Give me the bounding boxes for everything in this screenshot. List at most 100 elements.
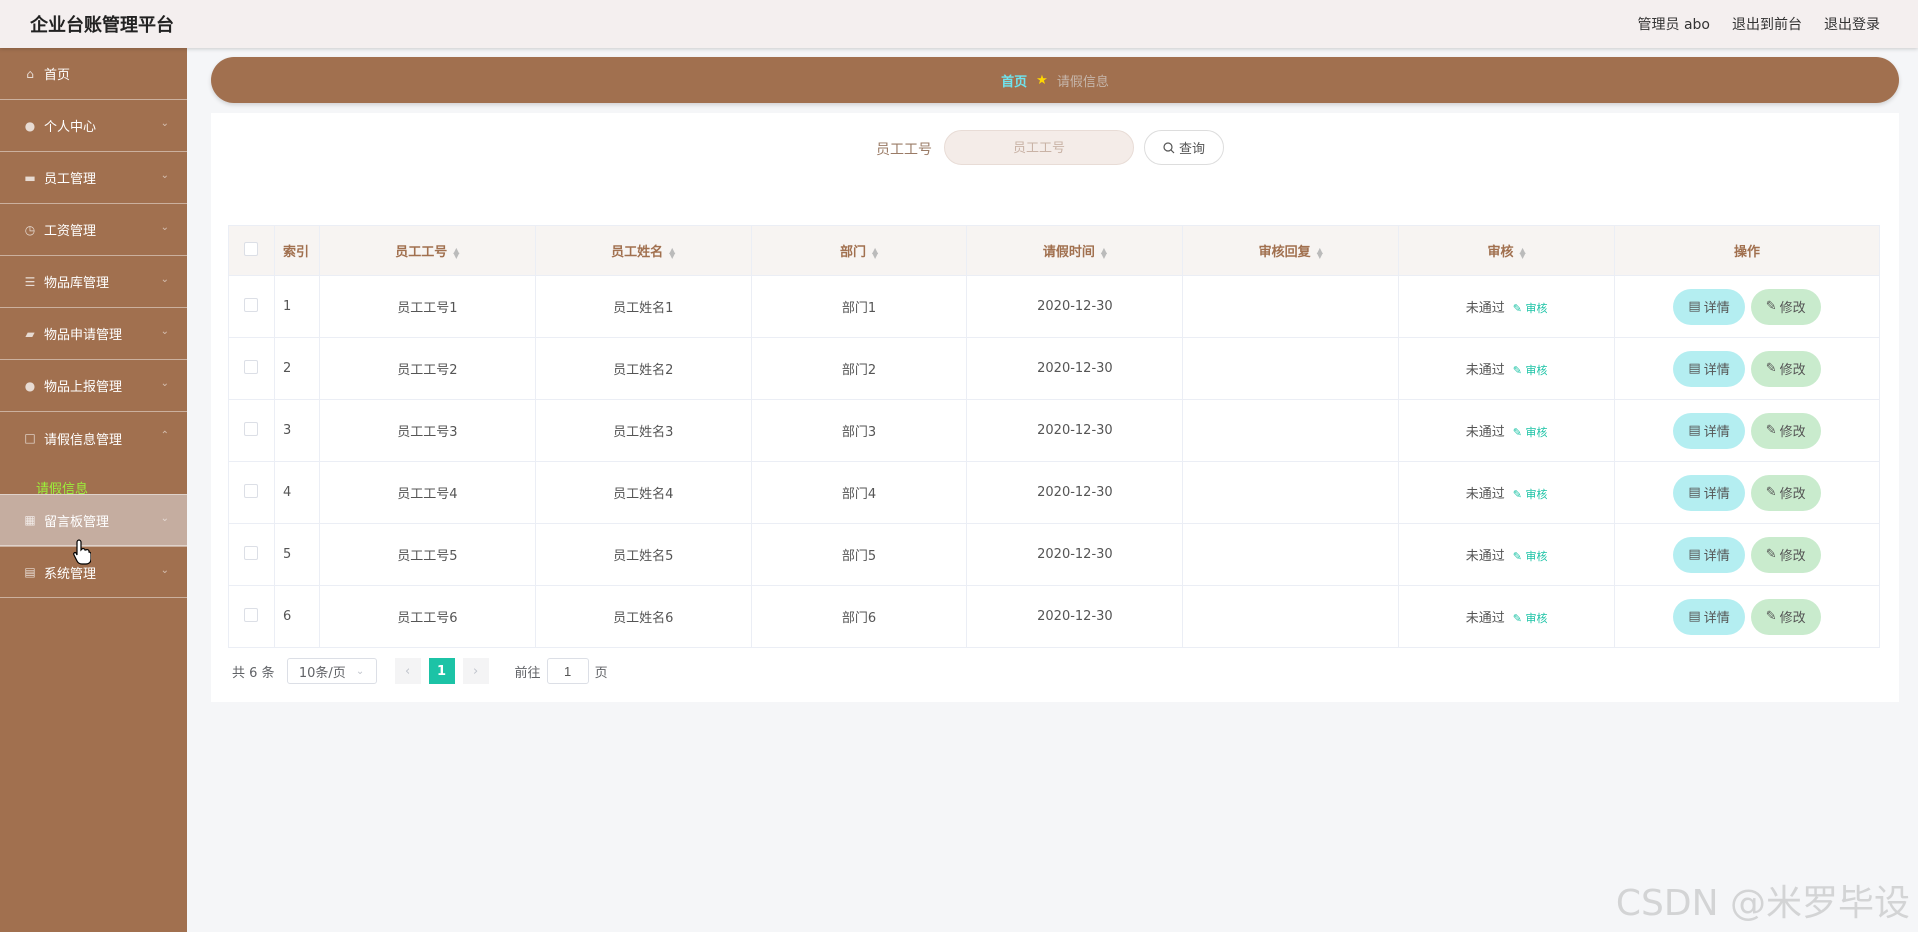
edit-icon: ✎ [1512,364,1526,377]
goto-page-input[interactable] [546,658,589,684]
sidebar-subitem-leave-info[interactable]: 请假信息 [0,464,187,497]
sort-icon[interactable]: ▲ ▼ [1317,246,1323,259]
edit-icon: ✎ [1765,361,1777,376]
breadcrumb-current: 请假信息 [1056,74,1109,90]
audit-link[interactable]: ✎ 审核 [1513,426,1548,439]
audit-link[interactable]: ✎ 审核 [1513,612,1548,625]
edit-icon: ✎ [1765,609,1777,624]
detail-button-label: 详情 [1703,611,1730,626]
chevron-down-icon: ⌄ [160,326,169,337]
edit-button[interactable]: ✎ 修改 [1750,474,1821,511]
chevron-down-icon: ⌄ [160,170,169,181]
goto-suffix: 页 [594,665,608,681]
goto-prefix: 前往 [514,665,541,681]
sort-icon[interactable]: ▲ ▼ [669,246,675,259]
cell-actions: ▤ 详情 ✎ 修改 [1614,275,1880,338]
column-header-emp-name[interactable]: 员工姓名 ▲ ▼ [534,225,752,276]
sidebar-item-item-report[interactable]: ● 物品上报管理 ⌄ [0,360,187,412]
table-header-row: 索引 员工工号 ▲ ▼ 员工姓名 ▲ ▼ 部门 ▲ ▼ 请假时间 ▲ ▼ 审核回复 ▲ ▼ 审核 ▲ ▼… [228,225,1880,276]
sidebar-item-personal-center[interactable]: ● 个人中心 ⌄ [0,100,187,152]
edit-button[interactable]: ✎ 修改 [1750,536,1821,573]
row-checkbox[interactable] [244,421,259,436]
prev-page-button[interactable]: ‹ [394,658,421,684]
row-checkbox[interactable] [244,607,259,622]
chevron-left-icon: ‹ [404,663,411,679]
sidebar-item-label: 物品申请管理 [44,328,123,343]
column-header-label: 员工工号 [395,245,448,260]
cell-audit: 未通过 ✎ 审核 [1398,275,1616,338]
column-header-label: 审核回复 [1258,245,1311,260]
sidebar-item-label: 物品上报管理 [44,380,123,395]
audit-link[interactable]: ✎ 审核 [1513,550,1548,563]
detail-button[interactable]: ▤ 详情 [1673,412,1745,449]
row-select-cell [228,523,275,586]
detail-button-label: 详情 [1703,363,1730,378]
document-icon: ▤ [1688,361,1701,376]
audit-link-label: 审核 [1525,364,1548,377]
row-select-cell [228,461,275,524]
sidebar-item-inventory[interactable]: ☰ 物品库管理 ⌄ [0,256,187,308]
column-header-emp-no[interactable]: 员工工号 ▲ ▼ [318,225,536,276]
page-number-current[interactable]: 1 [428,658,455,684]
column-header-date[interactable]: 请假时间 ▲ ▼ [966,225,1184,276]
sidebar-item-message-board[interactable]: ▦ 留言板管理 ⌄ [0,494,187,546]
sidebar-item-salary[interactable]: ◷ 工资管理 ⌄ [0,204,187,256]
detail-button-label: 详情 [1703,301,1730,316]
edit-button[interactable]: ✎ 修改 [1750,598,1821,635]
audit-status: 未通过 [1465,301,1505,316]
row-checkbox[interactable] [244,297,259,312]
select-all-cell [228,225,275,276]
sidebar-item-item-request[interactable]: ▰ 物品申请管理 ⌄ [0,308,187,360]
exit-to-front-link[interactable]: 退出到前台 [1732,14,1802,34]
edit-button[interactable]: ✎ 修改 [1750,412,1821,449]
edit-button[interactable]: ✎ 修改 [1750,288,1821,325]
star-icon: ★ [1036,72,1048,88]
sidebar-item-system[interactable]: ▤ 系统管理 ⌄ [0,546,187,598]
cell-audit: 未通过 ✎ 审核 [1398,523,1616,586]
search-button[interactable]: 查询 [1144,130,1224,165]
detail-button[interactable]: ▤ 详情 [1673,598,1745,635]
cell-emp-name: 员工姓名4 [534,461,752,524]
detail-button[interactable]: ▤ 详情 [1673,536,1745,573]
sort-icon[interactable]: ▲ ▼ [1101,246,1107,259]
detail-button-label: 详情 [1703,549,1730,564]
sidebar-item-employee[interactable]: ▬ 员工管理 ⌄ [0,152,187,204]
audit-link[interactable]: ✎ 审核 [1513,488,1548,501]
monitor-icon: ▬ [24,170,36,185]
edit-button[interactable]: ✎ 修改 [1750,350,1821,387]
row-checkbox[interactable] [244,483,259,498]
list-icon: ☰ [24,274,36,289]
column-header-reply[interactable]: 审核回复 ▲ ▼ [1182,225,1400,276]
sidebar-item-leave[interactable]: □ 请假信息管理 ⌃ [0,412,187,464]
select-all-checkbox[interactable] [244,241,259,256]
audit-link[interactable]: ✎ 审核 [1513,302,1548,315]
leave-table: 索引 员工工号 ▲ ▼ 员工姓名 ▲ ▼ 部门 ▲ ▼ 请假时间 ▲ ▼ 审核回复 ▲ ▼ 审核 ▲ ▼… [228,225,1880,648]
detail-button[interactable]: ▤ 详情 [1673,474,1745,511]
admin-user-label[interactable]: 管理员 abo [1638,14,1710,34]
top-header: 企业台账管理平台 管理员 abo 退出到前台 退出登录 [0,0,1918,48]
column-header-audit[interactable]: 审核 ▲ ▼ [1398,225,1616,276]
audit-status: 未通过 [1465,611,1505,626]
sort-icon[interactable]: ▲ ▼ [1520,246,1526,259]
detail-button[interactable]: ▤ 详情 [1673,288,1745,325]
page-size-select[interactable]: 10条/页 ⌄ [286,658,377,684]
row-checkbox[interactable] [244,359,259,374]
column-header-dept[interactable]: 部门 ▲ ▼ [750,225,968,276]
cell-dept: 部门3 [750,399,968,462]
breadcrumb-home[interactable]: 首页 [1001,71,1027,90]
detail-button-label: 详情 [1703,425,1730,440]
edit-icon: ✎ [1512,302,1526,315]
audit-link[interactable]: ✎ 审核 [1513,364,1548,377]
logout-link[interactable]: 退出登录 [1824,14,1880,34]
column-header-label: 审核 [1487,245,1514,260]
row-checkbox[interactable] [244,545,259,560]
sort-icon[interactable]: ▲ ▼ [453,246,459,259]
cell-reply [1182,275,1400,338]
edit-icon: ✎ [1512,550,1526,563]
next-page-button[interactable]: › [462,658,489,684]
table-row: 1 员工工号1 员工姓名1 部门1 2020-12-30 未通过 ✎ 审核 ▤ 详情… [228,275,1880,338]
sort-icon[interactable]: ▲ ▼ [872,246,878,259]
sidebar-item-home[interactable]: ⌂ 首页 [0,48,187,100]
detail-button[interactable]: ▤ 详情 [1673,350,1745,387]
employee-no-search-input[interactable] [944,130,1134,165]
